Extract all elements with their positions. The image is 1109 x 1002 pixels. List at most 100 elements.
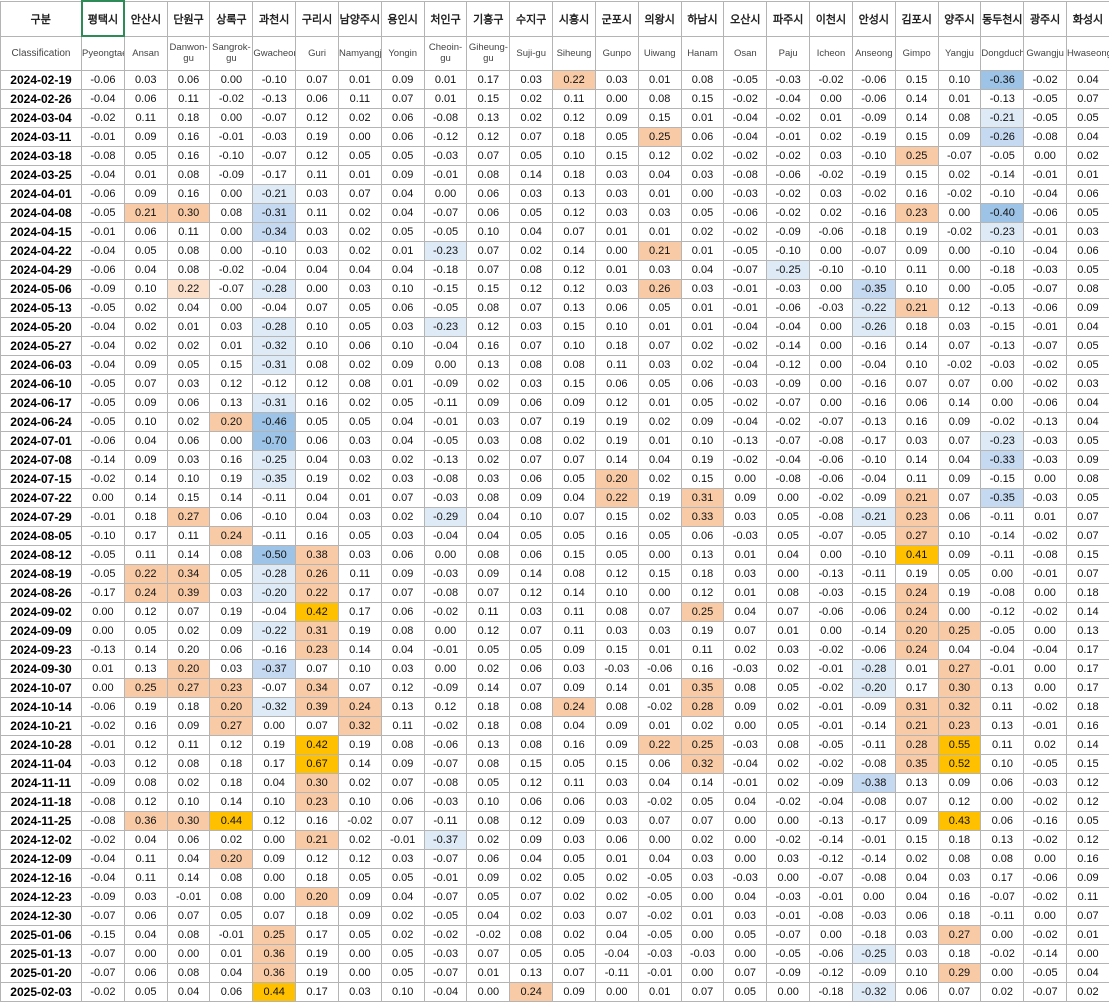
data-cell[interactable]: 0.05 [595,546,638,565]
data-cell[interactable]: -0.08 [82,793,125,812]
data-cell[interactable]: 0.07 [381,812,424,831]
data-cell[interactable]: -0.01 [1024,318,1067,337]
data-cell[interactable]: -0.02 [810,755,853,774]
data-cell[interactable]: 0.09 [595,736,638,755]
data-cell[interactable]: 0.08 [938,850,981,869]
data-cell[interactable]: 0.10 [338,660,381,679]
data-cell[interactable]: 0.07 [167,603,210,622]
data-cell[interactable]: 0.05 [381,394,424,413]
data-cell[interactable]: -0.33 [981,451,1024,470]
data-cell[interactable]: 0.24 [210,527,253,546]
data-cell[interactable]: -0.04 [253,261,296,280]
data-cell[interactable]: -0.06 [724,204,767,223]
data-cell[interactable]: 0.08 [467,546,510,565]
row-date[interactable]: 2024-05-13 [1,299,82,318]
data-cell[interactable]: 0.06 [381,109,424,128]
data-cell[interactable]: 0.09 [938,774,981,793]
data-cell[interactable]: 0.00 [424,660,467,679]
data-cell[interactable]: 0.01 [124,166,167,185]
data-cell[interactable]: 0.05 [467,888,510,907]
data-cell[interactable]: 0.03 [467,413,510,432]
data-cell[interactable]: -0.13 [1024,413,1067,432]
data-cell[interactable]: -0.16 [852,337,895,356]
data-cell[interactable]: 0.09 [338,888,381,907]
data-cell[interactable]: 0.01 [638,223,681,242]
data-cell[interactable]: 0.05 [681,204,724,223]
data-cell[interactable]: -0.08 [424,774,467,793]
data-cell[interactable]: 0.09 [553,394,596,413]
data-cell[interactable]: 0.06 [895,394,938,413]
data-cell[interactable]: 0.01 [595,850,638,869]
data-cell[interactable]: 0.27 [167,679,210,698]
data-cell[interactable]: 0.09 [595,109,638,128]
data-cell[interactable]: -0.08 [424,584,467,603]
data-cell[interactable]: -0.06 [82,698,125,717]
data-cell[interactable]: 0.17 [338,603,381,622]
data-cell[interactable]: -0.03 [424,565,467,584]
data-cell[interactable]: 0.14 [553,584,596,603]
data-cell[interactable]: 0.01 [895,660,938,679]
data-cell[interactable]: -0.11 [424,394,467,413]
data-cell[interactable]: 0.02 [681,717,724,736]
data-cell[interactable]: 0.04 [381,204,424,223]
data-cell[interactable]: -0.03 [810,584,853,603]
data-cell[interactable]: -0.23 [424,318,467,337]
data-cell[interactable]: 0.09 [595,717,638,736]
data-cell[interactable]: 0.12 [510,584,553,603]
data-cell[interactable]: -0.04 [424,983,467,1002]
data-cell[interactable]: 0.05 [553,869,596,888]
data-cell[interactable]: 0.09 [938,128,981,147]
data-cell[interactable]: 0.00 [981,565,1024,584]
data-cell[interactable]: -0.07 [810,527,853,546]
data-cell[interactable]: 0.04 [210,964,253,983]
data-cell[interactable]: 0.01 [938,90,981,109]
data-cell[interactable]: 0.04 [895,888,938,907]
data-cell[interactable]: 0.14 [124,470,167,489]
data-cell[interactable]: -0.18 [852,223,895,242]
data-cell[interactable]: 0.14 [595,679,638,698]
data-cell[interactable]: 0.11 [381,717,424,736]
data-cell[interactable]: -0.02 [82,109,125,128]
column-header-korean[interactable]: 기흥구 [467,1,510,36]
data-cell[interactable]: 0.07 [938,375,981,394]
data-cell[interactable]: 0.17 [1067,679,1109,698]
data-cell[interactable]: -0.02 [767,413,810,432]
column-header-english[interactable]: Yangju [938,36,981,71]
data-cell[interactable]: 0.20 [210,698,253,717]
data-cell[interactable]: -0.36 [981,71,1024,90]
data-cell[interactable]: 0.00 [124,945,167,964]
data-cell[interactable]: 0.19 [296,128,339,147]
data-cell[interactable]: 0.06 [167,831,210,850]
data-cell[interactable]: 0.01 [638,71,681,90]
data-cell[interactable]: 0.08 [510,698,553,717]
data-cell[interactable]: 0.03 [595,622,638,641]
data-cell[interactable]: 0.00 [767,489,810,508]
data-cell[interactable]: 0.05 [724,983,767,1002]
data-cell[interactable]: 0.07 [638,812,681,831]
data-cell[interactable]: 0.08 [595,698,638,717]
data-cell[interactable]: 0.03 [724,565,767,584]
data-cell[interactable]: 0.13 [467,109,510,128]
data-cell[interactable]: -0.01 [724,774,767,793]
data-cell[interactable]: 0.02 [681,147,724,166]
data-cell[interactable]: -0.04 [82,242,125,261]
data-cell[interactable]: 0.04 [638,774,681,793]
data-cell[interactable]: 0.01 [681,109,724,128]
data-cell[interactable]: -0.04 [82,337,125,356]
data-cell[interactable]: -0.04 [82,90,125,109]
data-cell[interactable]: 0.00 [938,280,981,299]
data-cell[interactable]: 0.01 [167,318,210,337]
data-cell[interactable]: 0.12 [296,850,339,869]
data-cell[interactable]: -0.05 [981,622,1024,641]
data-cell[interactable]: -0.05 [767,945,810,964]
data-cell[interactable]: 0.00 [810,356,853,375]
data-cell[interactable]: 0.08 [167,261,210,280]
data-cell[interactable]: 0.06 [338,337,381,356]
data-cell[interactable]: 0.01 [424,71,467,90]
data-cell[interactable]: 0.01 [681,242,724,261]
data-cell[interactable]: -0.04 [1024,242,1067,261]
data-cell[interactable]: -0.16 [852,204,895,223]
data-cell[interactable]: 0.07 [467,945,510,964]
data-cell[interactable]: -0.10 [767,242,810,261]
data-cell[interactable]: 0.08 [767,736,810,755]
